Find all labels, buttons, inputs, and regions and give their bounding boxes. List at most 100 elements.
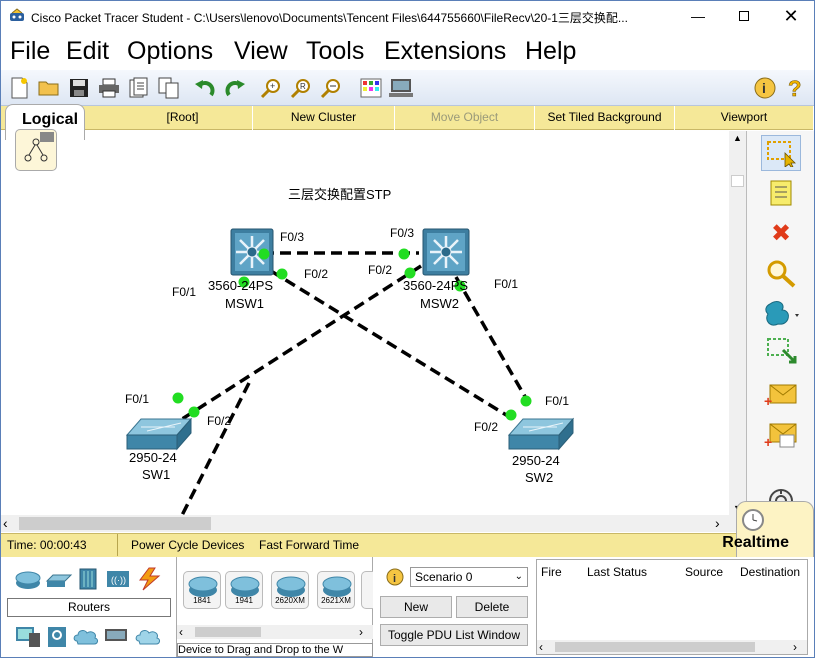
sw1-f01-label: F0/1 [125, 392, 149, 406]
port-dot [258, 248, 270, 260]
delete-icon[interactable]: ✖ [761, 215, 801, 251]
pdu-scroll-thumb[interactable] [555, 642, 755, 652]
select-tool-icon[interactable] [761, 135, 801, 171]
custom-devices-category-icon[interactable] [103, 625, 129, 647]
svg-text:i: i [762, 80, 766, 96]
activity-wizard-icon[interactable] [127, 76, 151, 100]
resize-shape-icon[interactable] [761, 333, 801, 369]
router-1841-item[interactable]: 1841 [183, 571, 221, 609]
menu-help[interactable]: Help [525, 35, 576, 67]
redo-icon[interactable] [223, 76, 247, 100]
scenario-info-icon[interactable]: i [386, 568, 404, 586]
toggle-pdu-list-button[interactable]: Toggle PDU List Window [380, 624, 528, 646]
minimize-button[interactable]: — [675, 1, 721, 31]
wireless-category-icon[interactable]: ((·)) [105, 567, 131, 591]
menu-edit[interactable]: Edit [66, 35, 109, 67]
routers-category-icon[interactable] [15, 569, 41, 591]
scroll-left-icon[interactable]: ‹ [3, 515, 17, 532]
multiuser-category-icon[interactable] [135, 627, 161, 647]
info-icon[interactable]: i [753, 76, 777, 100]
zoom-out-icon[interactable] [319, 76, 343, 100]
model-horizontal-scrollbar[interactable]: ‹ › [177, 625, 373, 639]
scenario-select[interactable]: Scenario 0 ⌄ [410, 567, 528, 587]
router-1941-item[interactable]: 1941 [225, 571, 263, 609]
place-note-icon[interactable] [761, 175, 801, 211]
router-2621xm-item[interactable]: 2621XM [317, 571, 355, 609]
navigation-icon[interactable] [15, 129, 57, 171]
link-msw1-sw2[interactable] [270, 269, 517, 423]
draw-shape-icon[interactable] [761, 295, 801, 331]
scroll-right-icon[interactable]: › [359, 625, 363, 639]
custom-device-icon[interactable] [389, 76, 413, 100]
inspect-icon[interactable] [761, 255, 801, 291]
add-simple-pdu-icon[interactable]: + [761, 377, 801, 413]
model-scroll-thumb[interactable] [195, 627, 261, 637]
logical-workspace[interactable]: 三层交换配置STP F0/3 F0/2 F0/1 F0/3 F0/2 F0/1 … [1, 131, 729, 515]
router-more-item[interactable] [361, 571, 373, 609]
move-object-button[interactable]: Move Object [395, 106, 535, 130]
msw2-name-label: MSW2 [420, 296, 459, 311]
sw1-device[interactable] [125, 417, 193, 451]
menu-tools[interactable]: Tools [306, 35, 364, 67]
scroll-right-icon[interactable]: › [793, 640, 797, 654]
fast-forward-time-button[interactable]: Fast Forward Time [259, 538, 359, 552]
workspace-horizontal-scrollbar[interactable]: ‹ › [1, 515, 745, 532]
menu-file[interactable]: File [10, 35, 50, 67]
workspace-vertical-scrollbar[interactable]: ▲ ▼ [729, 131, 746, 515]
wan-emulation-category-icon[interactable] [73, 627, 99, 647]
msw2-f01-label: F0/1 [494, 277, 518, 291]
add-complex-pdu-icon[interactable]: + [761, 417, 801, 453]
help-icon[interactable]: ? [784, 76, 808, 100]
power-cycle-devices-button[interactable]: Power Cycle Devices [131, 538, 244, 552]
sw1-model-label: 2950-24 [129, 450, 177, 465]
new-cluster-button[interactable]: New Cluster [253, 106, 395, 130]
router-model-label: 1941 [235, 596, 253, 605]
undo-icon[interactable] [193, 76, 217, 100]
new-scenario-button[interactable]: New [380, 596, 452, 618]
pdu-column-fire: Fire [541, 565, 562, 579]
security-category-icon[interactable] [45, 625, 69, 649]
end-devices-category-icon[interactable] [15, 625, 41, 649]
msw2-device[interactable] [422, 228, 470, 276]
scroll-up-icon[interactable]: ▲ [729, 131, 746, 145]
zoom-reset-icon[interactable]: R [289, 76, 313, 100]
hubs-category-icon[interactable] [77, 567, 101, 591]
maximize-button[interactable] [721, 1, 767, 31]
scroll-right-icon[interactable]: › [715, 515, 729, 532]
viewport-button[interactable]: Viewport [675, 106, 814, 130]
sw1-name-label: SW1 [142, 467, 170, 482]
close-button[interactable]: ✕ [768, 1, 814, 31]
menu-options[interactable]: Options [127, 35, 213, 67]
vertical-scroll-thumb[interactable] [731, 175, 744, 187]
print-icon[interactable] [97, 76, 121, 100]
copy-icon[interactable] [157, 76, 181, 100]
save-icon[interactable] [67, 76, 91, 100]
horizontal-scroll-thumb[interactable] [19, 517, 211, 530]
delete-scenario-button[interactable]: Delete [456, 596, 528, 618]
link-msw2-sw2[interactable] [454, 276, 533, 408]
switches-category-icon[interactable] [45, 569, 73, 591]
root-button[interactable]: [Root] [113, 106, 253, 130]
menu-view[interactable]: View [234, 35, 288, 67]
scroll-left-icon[interactable]: ‹ [179, 625, 183, 639]
pdu-horizontal-scrollbar[interactable]: ‹ › [537, 640, 807, 654]
pdu-column-destination: Destination [740, 565, 801, 579]
title-bar: Cisco Packet Tracer Student - C:\Users\l… [1, 1, 814, 32]
set-tiled-background-button[interactable]: Set Tiled Background [535, 106, 675, 130]
sw2-device[interactable] [507, 417, 575, 451]
scroll-left-icon[interactable]: ‹ [539, 640, 543, 654]
zoom-in-icon[interactable]: + [259, 76, 283, 100]
link-msw1-sw1[interactable] [171, 382, 251, 515]
topology-canvas[interactable]: 三层交换配置STP F0/3 F0/2 F0/1 F0/3 F0/2 F0/1 … [1, 131, 729, 515]
sw2-name-label: SW2 [525, 470, 553, 485]
tab-realtime[interactable]: Realtime [722, 501, 814, 557]
menu-extensions[interactable]: Extensions [384, 35, 506, 67]
palette-icon[interactable] [359, 76, 383, 100]
port-dot [505, 409, 517, 421]
msw2-f02-label: F0/2 [368, 263, 392, 277]
open-folder-icon[interactable] [37, 76, 61, 100]
router-2620xm-item[interactable]: 2620XM [271, 571, 309, 609]
connections-category-icon[interactable] [135, 567, 163, 591]
svg-text:((·)): ((·)) [111, 575, 126, 585]
new-file-icon[interactable] [7, 76, 31, 100]
